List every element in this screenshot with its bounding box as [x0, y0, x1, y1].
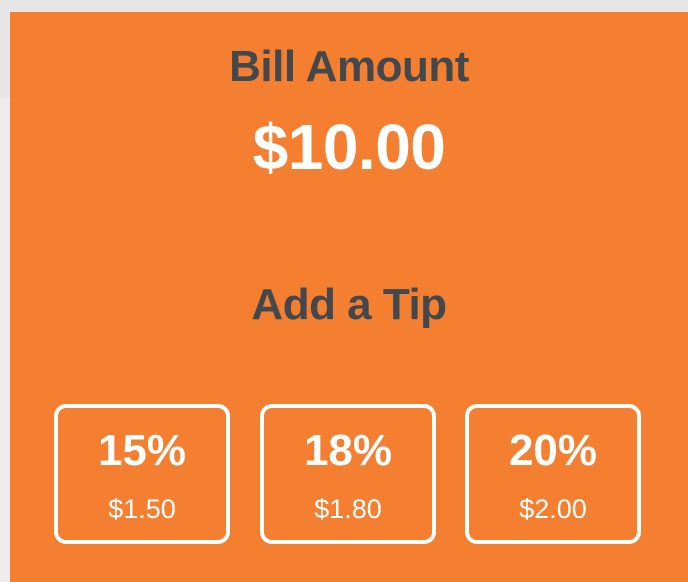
tip-percent-label: 18% — [303, 426, 393, 475]
top-background-strip — [0, 0, 688, 12]
bill-amount-heading: Bill Amount — [229, 42, 469, 91]
tip-percent-label: 20% — [508, 426, 598, 475]
add-tip-heading: Add a Tip — [251, 280, 447, 329]
tip-amount-label: $1.50 — [108, 494, 176, 524]
tip-button-15[interactable]: 15% $1.50 — [54, 404, 230, 544]
tip-button-20[interactable]: 20% $2.00 — [465, 404, 641, 544]
tip-calculator-panel: Bill Amount $10.00 Add a Tip 15% $1.50 1… — [10, 12, 688, 582]
tip-button-18[interactable]: 18% $1.80 — [260, 404, 436, 544]
page: Bill Amount $10.00 Add a Tip 15% $1.50 1… — [0, 0, 688, 582]
tip-amount-label: $1.80 — [314, 494, 382, 524]
tip-amount-label: $2.00 — [519, 494, 587, 524]
tip-percent-label: 15% — [97, 426, 187, 475]
left-background-strip — [0, 12, 10, 98]
tip-options: 15% $1.50 18% $1.80 20% $2.00 — [54, 404, 646, 550]
bill-amount-value: $10.00 — [252, 111, 446, 183]
